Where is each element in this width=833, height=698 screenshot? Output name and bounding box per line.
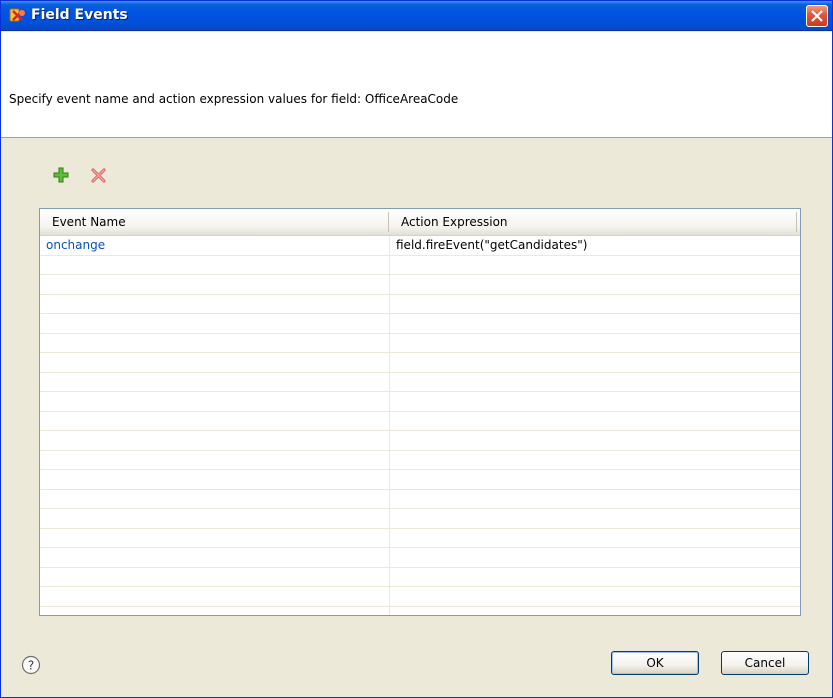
column-divider[interactable] <box>796 212 797 232</box>
action-expression-cell[interactable]: field.fireEvent("getCandidates") <box>396 236 587 255</box>
table-row-empty <box>40 353 800 373</box>
table-row-empty <box>40 568 800 587</box>
table-row-empty <box>40 256 800 275</box>
table-row-empty <box>40 295 800 314</box>
column-header-event-name[interactable]: Event Name <box>52 209 126 235</box>
help-icon[interactable]: ? <box>21 655 41 675</box>
column-gridline <box>389 236 390 615</box>
table-row-empty <box>40 470 800 490</box>
dialog-header: Specify event name and action expression… <box>1 32 832 138</box>
table-row-empty <box>40 275 800 295</box>
cancel-button[interactable]: Cancel <box>721 651 809 675</box>
window-title: Field Events <box>31 7 128 23</box>
table-row-empty <box>40 490 800 509</box>
field-events-app-icon <box>9 7 27 25</box>
table-row-empty <box>40 431 800 451</box>
column-header-action-expression[interactable]: Action Expression <box>401 209 508 235</box>
table-row[interactable]: onchange field.fireEvent("getCandidates"… <box>40 236 800 256</box>
ok-button[interactable]: OK <box>611 651 699 675</box>
table-row-empty <box>40 548 800 568</box>
column-divider[interactable] <box>388 212 389 232</box>
close-button[interactable] <box>806 5 828 27</box>
table-row-empty <box>40 334 800 353</box>
delete-icon[interactable] <box>90 166 108 184</box>
event-name-cell[interactable]: onchange <box>46 236 105 255</box>
add-icon[interactable] <box>52 166 70 184</box>
table-body: onchange field.fireEvent("getCandidates"… <box>40 236 800 615</box>
table-row-empty <box>40 509 800 529</box>
svg-text:?: ? <box>28 659 34 673</box>
table-header: Event Name Action Expression <box>40 209 800 236</box>
table-row-empty <box>40 412 800 431</box>
table-row-empty <box>40 529 800 548</box>
table-row-empty <box>40 314 800 334</box>
table-row-empty <box>40 587 800 607</box>
dialog-description: Specify event name and action expression… <box>9 92 459 106</box>
events-table[interactable]: Event Name Action Expression onchange fi… <box>39 208 801 616</box>
table-row-empty <box>40 373 800 392</box>
table-row-empty <box>40 392 800 412</box>
field-events-dialog: Field Events Specify event name and acti… <box>0 0 833 698</box>
close-icon <box>811 10 823 22</box>
title-bar[interactable]: Field Events <box>1 1 832 31</box>
table-row-empty <box>40 451 800 470</box>
